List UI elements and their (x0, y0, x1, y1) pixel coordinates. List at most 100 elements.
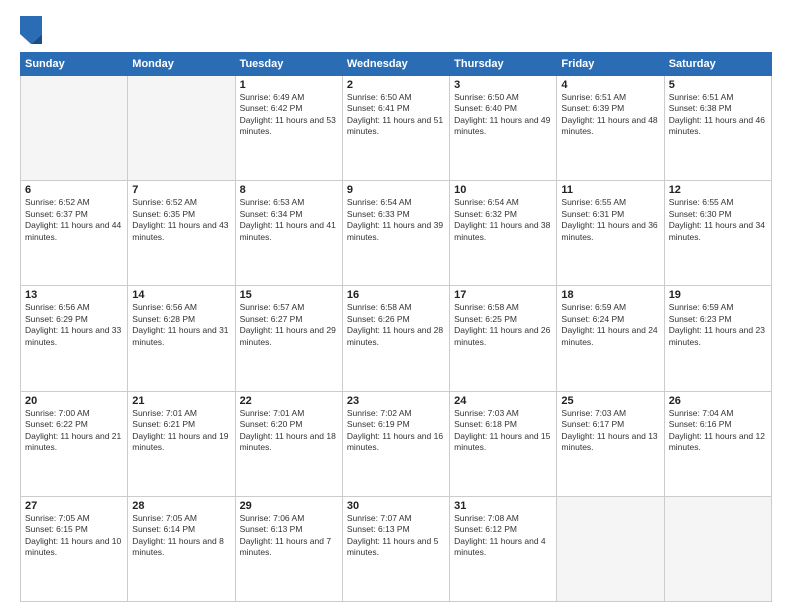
week-row-3: 13Sunrise: 6:56 AMSunset: 6:29 PMDayligh… (21, 286, 772, 391)
day-number: 17 (454, 289, 552, 301)
logo-icon (20, 16, 42, 44)
calendar-cell: 27Sunrise: 7:05 AMSunset: 6:15 PMDayligh… (21, 496, 128, 601)
cell-info: Sunrise: 6:54 AMSunset: 6:33 PMDaylight:… (347, 197, 445, 243)
calendar-cell: 19Sunrise: 6:59 AMSunset: 6:23 PMDayligh… (664, 286, 771, 391)
day-number: 19 (669, 289, 767, 301)
calendar-cell: 6Sunrise: 6:52 AMSunset: 6:37 PMDaylight… (21, 181, 128, 286)
calendar-cell: 7Sunrise: 6:52 AMSunset: 6:35 PMDaylight… (128, 181, 235, 286)
week-row-4: 20Sunrise: 7:00 AMSunset: 6:22 PMDayligh… (21, 391, 772, 496)
cell-info: Sunrise: 6:56 AMSunset: 6:28 PMDaylight:… (132, 302, 230, 348)
cell-info: Sunrise: 7:04 AMSunset: 6:16 PMDaylight:… (669, 408, 767, 454)
day-number: 5 (669, 79, 767, 91)
calendar-cell: 8Sunrise: 6:53 AMSunset: 6:34 PMDaylight… (235, 181, 342, 286)
cell-info: Sunrise: 7:06 AMSunset: 6:13 PMDaylight:… (240, 513, 338, 559)
cell-info: Sunrise: 6:56 AMSunset: 6:29 PMDaylight:… (25, 302, 123, 348)
day-number: 25 (561, 395, 659, 407)
day-number: 23 (347, 395, 445, 407)
cell-info: Sunrise: 7:07 AMSunset: 6:13 PMDaylight:… (347, 513, 445, 559)
day-number: 11 (561, 184, 659, 196)
calendar-cell: 14Sunrise: 6:56 AMSunset: 6:28 PMDayligh… (128, 286, 235, 391)
cell-info: Sunrise: 6:55 AMSunset: 6:30 PMDaylight:… (669, 197, 767, 243)
calendar-cell: 30Sunrise: 7:07 AMSunset: 6:13 PMDayligh… (342, 496, 449, 601)
cell-info: Sunrise: 6:59 AMSunset: 6:23 PMDaylight:… (669, 302, 767, 348)
page: SundayMondayTuesdayWednesdayThursdayFrid… (0, 0, 792, 612)
calendar-cell: 1Sunrise: 6:49 AMSunset: 6:42 PMDaylight… (235, 76, 342, 181)
calendar-cell: 16Sunrise: 6:58 AMSunset: 6:26 PMDayligh… (342, 286, 449, 391)
day-number: 21 (132, 395, 230, 407)
day-number: 29 (240, 500, 338, 512)
calendar-cell: 5Sunrise: 6:51 AMSunset: 6:38 PMDaylight… (664, 76, 771, 181)
cell-info: Sunrise: 6:51 AMSunset: 6:39 PMDaylight:… (561, 92, 659, 138)
day-number: 20 (25, 395, 123, 407)
cell-info: Sunrise: 7:03 AMSunset: 6:17 PMDaylight:… (561, 408, 659, 454)
cell-info: Sunrise: 6:53 AMSunset: 6:34 PMDaylight:… (240, 197, 338, 243)
calendar-cell: 11Sunrise: 6:55 AMSunset: 6:31 PMDayligh… (557, 181, 664, 286)
calendar-cell (557, 496, 664, 601)
day-number: 1 (240, 79, 338, 91)
day-number: 30 (347, 500, 445, 512)
day-number: 26 (669, 395, 767, 407)
calendar-cell: 26Sunrise: 7:04 AMSunset: 6:16 PMDayligh… (664, 391, 771, 496)
week-row-5: 27Sunrise: 7:05 AMSunset: 6:15 PMDayligh… (21, 496, 772, 601)
calendar-cell: 21Sunrise: 7:01 AMSunset: 6:21 PMDayligh… (128, 391, 235, 496)
calendar-cell (21, 76, 128, 181)
day-number: 13 (25, 289, 123, 301)
cell-info: Sunrise: 7:03 AMSunset: 6:18 PMDaylight:… (454, 408, 552, 454)
calendar-cell: 20Sunrise: 7:00 AMSunset: 6:22 PMDayligh… (21, 391, 128, 496)
day-number: 31 (454, 500, 552, 512)
day-number: 12 (669, 184, 767, 196)
cell-info: Sunrise: 6:50 AMSunset: 6:40 PMDaylight:… (454, 92, 552, 138)
calendar-cell: 23Sunrise: 7:02 AMSunset: 6:19 PMDayligh… (342, 391, 449, 496)
calendar-cell: 4Sunrise: 6:51 AMSunset: 6:39 PMDaylight… (557, 76, 664, 181)
calendar-cell: 3Sunrise: 6:50 AMSunset: 6:40 PMDaylight… (450, 76, 557, 181)
cell-info: Sunrise: 7:01 AMSunset: 6:21 PMDaylight:… (132, 408, 230, 454)
logo (20, 16, 46, 44)
calendar-cell: 2Sunrise: 6:50 AMSunset: 6:41 PMDaylight… (342, 76, 449, 181)
day-number: 28 (132, 500, 230, 512)
cell-info: Sunrise: 6:59 AMSunset: 6:24 PMDaylight:… (561, 302, 659, 348)
cell-info: Sunrise: 6:49 AMSunset: 6:42 PMDaylight:… (240, 92, 338, 138)
cell-info: Sunrise: 7:05 AMSunset: 6:15 PMDaylight:… (25, 513, 123, 559)
cell-info: Sunrise: 7:08 AMSunset: 6:12 PMDaylight:… (454, 513, 552, 559)
weekday-header-friday: Friday (557, 53, 664, 76)
calendar-cell: 22Sunrise: 7:01 AMSunset: 6:20 PMDayligh… (235, 391, 342, 496)
calendar-cell: 9Sunrise: 6:54 AMSunset: 6:33 PMDaylight… (342, 181, 449, 286)
day-number: 6 (25, 184, 123, 196)
calendar-cell: 25Sunrise: 7:03 AMSunset: 6:17 PMDayligh… (557, 391, 664, 496)
calendar-cell: 10Sunrise: 6:54 AMSunset: 6:32 PMDayligh… (450, 181, 557, 286)
day-number: 24 (454, 395, 552, 407)
day-number: 4 (561, 79, 659, 91)
cell-info: Sunrise: 6:57 AMSunset: 6:27 PMDaylight:… (240, 302, 338, 348)
calendar-cell: 15Sunrise: 6:57 AMSunset: 6:27 PMDayligh… (235, 286, 342, 391)
cell-info: Sunrise: 7:00 AMSunset: 6:22 PMDaylight:… (25, 408, 123, 454)
cell-info: Sunrise: 7:01 AMSunset: 6:20 PMDaylight:… (240, 408, 338, 454)
day-number: 3 (454, 79, 552, 91)
weekday-header-tuesday: Tuesday (235, 53, 342, 76)
calendar-cell: 31Sunrise: 7:08 AMSunset: 6:12 PMDayligh… (450, 496, 557, 601)
cell-info: Sunrise: 6:52 AMSunset: 6:37 PMDaylight:… (25, 197, 123, 243)
calendar-cell: 28Sunrise: 7:05 AMSunset: 6:14 PMDayligh… (128, 496, 235, 601)
day-number: 18 (561, 289, 659, 301)
header (20, 16, 772, 44)
day-number: 10 (454, 184, 552, 196)
calendar-table: SundayMondayTuesdayWednesdayThursdayFrid… (20, 52, 772, 602)
week-row-2: 6Sunrise: 6:52 AMSunset: 6:37 PMDaylight… (21, 181, 772, 286)
day-number: 14 (132, 289, 230, 301)
cell-info: Sunrise: 6:58 AMSunset: 6:26 PMDaylight:… (347, 302, 445, 348)
cell-info: Sunrise: 6:55 AMSunset: 6:31 PMDaylight:… (561, 197, 659, 243)
day-number: 15 (240, 289, 338, 301)
cell-info: Sunrise: 6:58 AMSunset: 6:25 PMDaylight:… (454, 302, 552, 348)
day-number: 16 (347, 289, 445, 301)
weekday-header-monday: Monday (128, 53, 235, 76)
weekday-header-wednesday: Wednesday (342, 53, 449, 76)
day-number: 7 (132, 184, 230, 196)
weekday-header-sunday: Sunday (21, 53, 128, 76)
cell-info: Sunrise: 6:50 AMSunset: 6:41 PMDaylight:… (347, 92, 445, 138)
calendar-cell (664, 496, 771, 601)
calendar-cell: 13Sunrise: 6:56 AMSunset: 6:29 PMDayligh… (21, 286, 128, 391)
cell-info: Sunrise: 6:52 AMSunset: 6:35 PMDaylight:… (132, 197, 230, 243)
weekday-header-saturday: Saturday (664, 53, 771, 76)
cell-info: Sunrise: 7:05 AMSunset: 6:14 PMDaylight:… (132, 513, 230, 559)
cell-info: Sunrise: 6:51 AMSunset: 6:38 PMDaylight:… (669, 92, 767, 138)
calendar-cell (128, 76, 235, 181)
